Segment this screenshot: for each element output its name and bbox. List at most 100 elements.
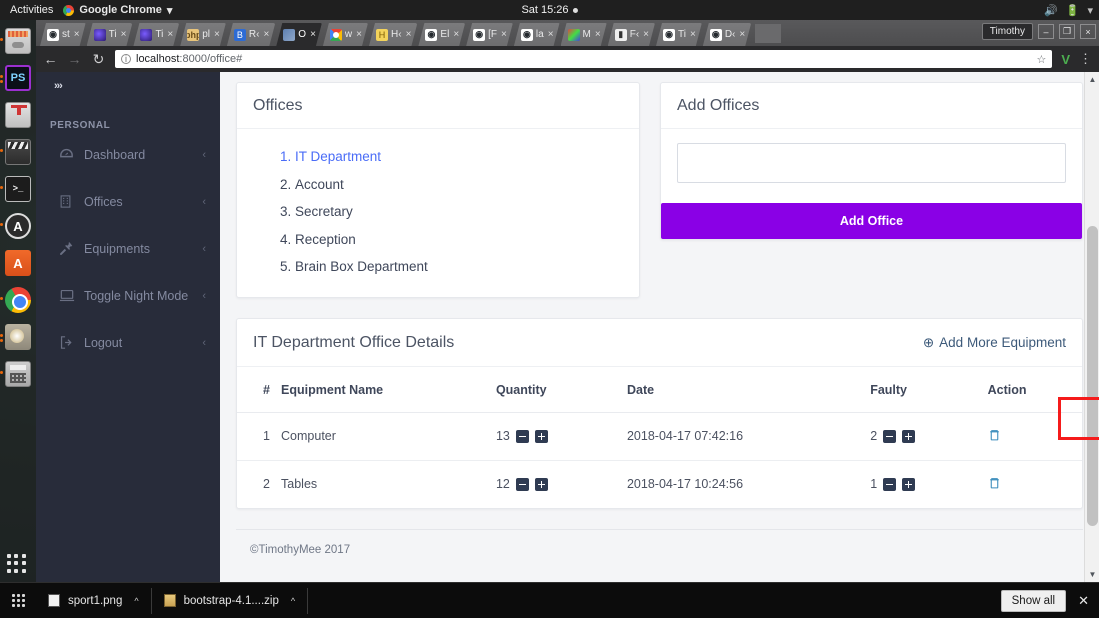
reload-button[interactable]: ↻ (91, 51, 106, 68)
show-all-button[interactable]: Show all (1000, 589, 1067, 612)
faulty-increment-button[interactable] (902, 429, 916, 443)
close-icon[interactable]: × (167, 29, 173, 40)
sidebar-collapse-icon[interactable]: »› (36, 74, 220, 92)
close-icon[interactable]: × (739, 29, 745, 40)
sidebar-item-equipments[interactable]: Equipments ‹ (36, 225, 220, 272)
offices-list[interactable]: IT Department Account Secretary Receptio… (237, 129, 639, 297)
battery-icon[interactable]: 🔋 (1066, 4, 1080, 17)
faulty-increment-button[interactable] (902, 477, 916, 491)
scroll-down-icon[interactable]: ▼ (1085, 567, 1099, 582)
browser-tab[interactable]: ◉ Ti × (656, 23, 702, 46)
browser-tab[interactable]: Ti × (133, 23, 179, 46)
close-button[interactable]: × (1080, 24, 1096, 39)
dock-item-terminal[interactable]: >_ (0, 174, 33, 204)
tab-strip[interactable]: ◉ st × Ti × Ti × php pl × B R‹ × O × w × H H‹ × ◉ El ×… (36, 20, 1099, 46)
list-item[interactable]: IT Department (295, 143, 619, 171)
dock-item-ubuntu-software[interactable]: A (3, 248, 33, 278)
browser-tab-active[interactable]: O × (276, 23, 322, 46)
close-icon[interactable]: × (548, 29, 554, 40)
dock-item-photoshop[interactable]: PS (0, 63, 33, 93)
faulty-stepper[interactable]: 1 (870, 477, 916, 491)
maximize-button[interactable]: ❐ (1059, 24, 1075, 39)
close-icon[interactable]: × (643, 29, 649, 40)
site-info-icon[interactable]: i (121, 54, 131, 64)
scroll-up-icon[interactable]: ▲ (1085, 72, 1099, 87)
close-icon[interactable]: × (214, 29, 220, 40)
window-controls[interactable]: Timothy – ❐ × (981, 23, 1096, 40)
quantity-decrement-button[interactable] (515, 429, 529, 443)
show-applications-icon[interactable] (7, 554, 27, 574)
list-item[interactable]: Secretary (295, 198, 619, 226)
forward-button[interactable]: → (67, 51, 82, 67)
ubuntu-dock[interactable]: PS >_ A A (0, 20, 36, 582)
browser-tab[interactable]: w × (323, 23, 368, 46)
browser-tab[interactable]: ◉ st × (40, 23, 86, 46)
page-scrollbar[interactable]: ▲ ▼ (1084, 72, 1099, 582)
chevron-up-icon[interactable]: ^ (134, 596, 138, 606)
faulty-stepper[interactable]: 2 (870, 429, 916, 443)
office-name-input[interactable] (677, 143, 1066, 183)
dock-item-downloads[interactable] (3, 100, 33, 130)
close-icon[interactable]: × (263, 29, 269, 40)
close-icon[interactable]: × (121, 29, 127, 40)
activities-button[interactable]: Activities (0, 4, 63, 16)
system-tray[interactable]: 🔊 🔋 ▾ (1044, 4, 1093, 17)
address-bar[interactable]: i localhost:8000/office# ☆ (115, 50, 1053, 68)
close-icon[interactable]: × (501, 29, 507, 40)
bookmark-star-icon[interactable]: ☆ (1036, 53, 1046, 66)
sidebar-item-dashboard[interactable]: Dashboard ‹ (36, 131, 220, 178)
browser-tab[interactable]: ▮ F‹ × (608, 23, 655, 46)
office-link[interactable]: IT Department (295, 149, 381, 164)
quantity-stepper[interactable]: 12 (496, 477, 548, 491)
dock-item-gimp[interactable] (0, 322, 33, 352)
browser-tab[interactable]: H H‹ × (369, 23, 417, 46)
close-icon[interactable]: × (356, 29, 362, 40)
browser-tab[interactable]: M × (561, 23, 607, 46)
close-icon[interactable]: × (690, 29, 696, 40)
quantity-stepper[interactable]: 13 (496, 429, 548, 443)
list-item[interactable]: Brain Box Department (295, 253, 619, 281)
dock-item-video-editor[interactable] (0, 137, 33, 167)
quantity-increment-button[interactable] (534, 429, 548, 443)
clock[interactable]: Sat 15:26 (521, 4, 578, 16)
minimize-button[interactable]: – (1038, 24, 1054, 39)
faulty-decrement-button[interactable] (883, 429, 897, 443)
browser-tab[interactable]: Ti × (87, 23, 133, 46)
chevron-up-icon[interactable]: ^ (291, 596, 295, 606)
close-icon[interactable]: × (310, 29, 316, 40)
chrome-menu-icon[interactable]: ⋮ (1079, 51, 1092, 67)
add-office-button[interactable]: Add Office (661, 203, 1082, 239)
sidebar-item-offices[interactable]: Offices ‹ (36, 178, 220, 225)
new-tab-button[interactable] (755, 23, 782, 43)
close-icon[interactable]: × (595, 29, 601, 40)
list-item[interactable]: Account (295, 171, 619, 199)
download-item[interactable]: bootstrap-4.1....zip ^ (152, 587, 309, 614)
profile-button[interactable]: Timothy (981, 23, 1033, 40)
sidebar-item-toggle-night-mode[interactable]: Toggle Night Mode ‹ (36, 272, 220, 319)
back-button[interactable]: ← (43, 51, 58, 67)
browser-tab[interactable]: ◉ D‹ × (703, 23, 751, 46)
active-app-menu[interactable]: Google Chrome ▾ (63, 4, 172, 17)
browser-tab[interactable]: php pl × (180, 23, 226, 46)
quantity-decrement-button[interactable] (515, 477, 529, 491)
browser-tab[interactable]: ◉ El × (418, 23, 465, 46)
chevron-down-icon[interactable]: ▾ (1087, 4, 1093, 17)
volume-icon[interactable]: 🔊 (1044, 4, 1058, 17)
dock-item-calculator[interactable] (0, 359, 33, 389)
dock-item-chrome[interactable] (0, 285, 33, 315)
list-item[interactable]: Reception (295, 226, 619, 254)
download-item[interactable]: sport1.png ^ (36, 587, 152, 614)
sidebar-item-logout[interactable]: Logout ‹ (36, 319, 220, 366)
browser-tab[interactable]: B R‹ × (227, 23, 275, 46)
scrollbar-thumb[interactable] (1087, 226, 1098, 526)
close-icon[interactable]: × (406, 29, 412, 40)
dock-item-atom[interactable]: A (0, 211, 33, 241)
add-more-equipment-link[interactable]: ⊕ Add More Equipment (923, 335, 1066, 351)
faulty-decrement-button[interactable] (883, 477, 897, 491)
browser-tab[interactable]: ◉ la × (514, 23, 560, 46)
trash-icon[interactable] (988, 477, 1001, 493)
close-icon[interactable]: ✕ (1078, 593, 1089, 609)
close-icon[interactable]: × (74, 29, 80, 40)
dock-item-files[interactable] (0, 26, 33, 56)
quantity-increment-button[interactable] (534, 477, 548, 491)
